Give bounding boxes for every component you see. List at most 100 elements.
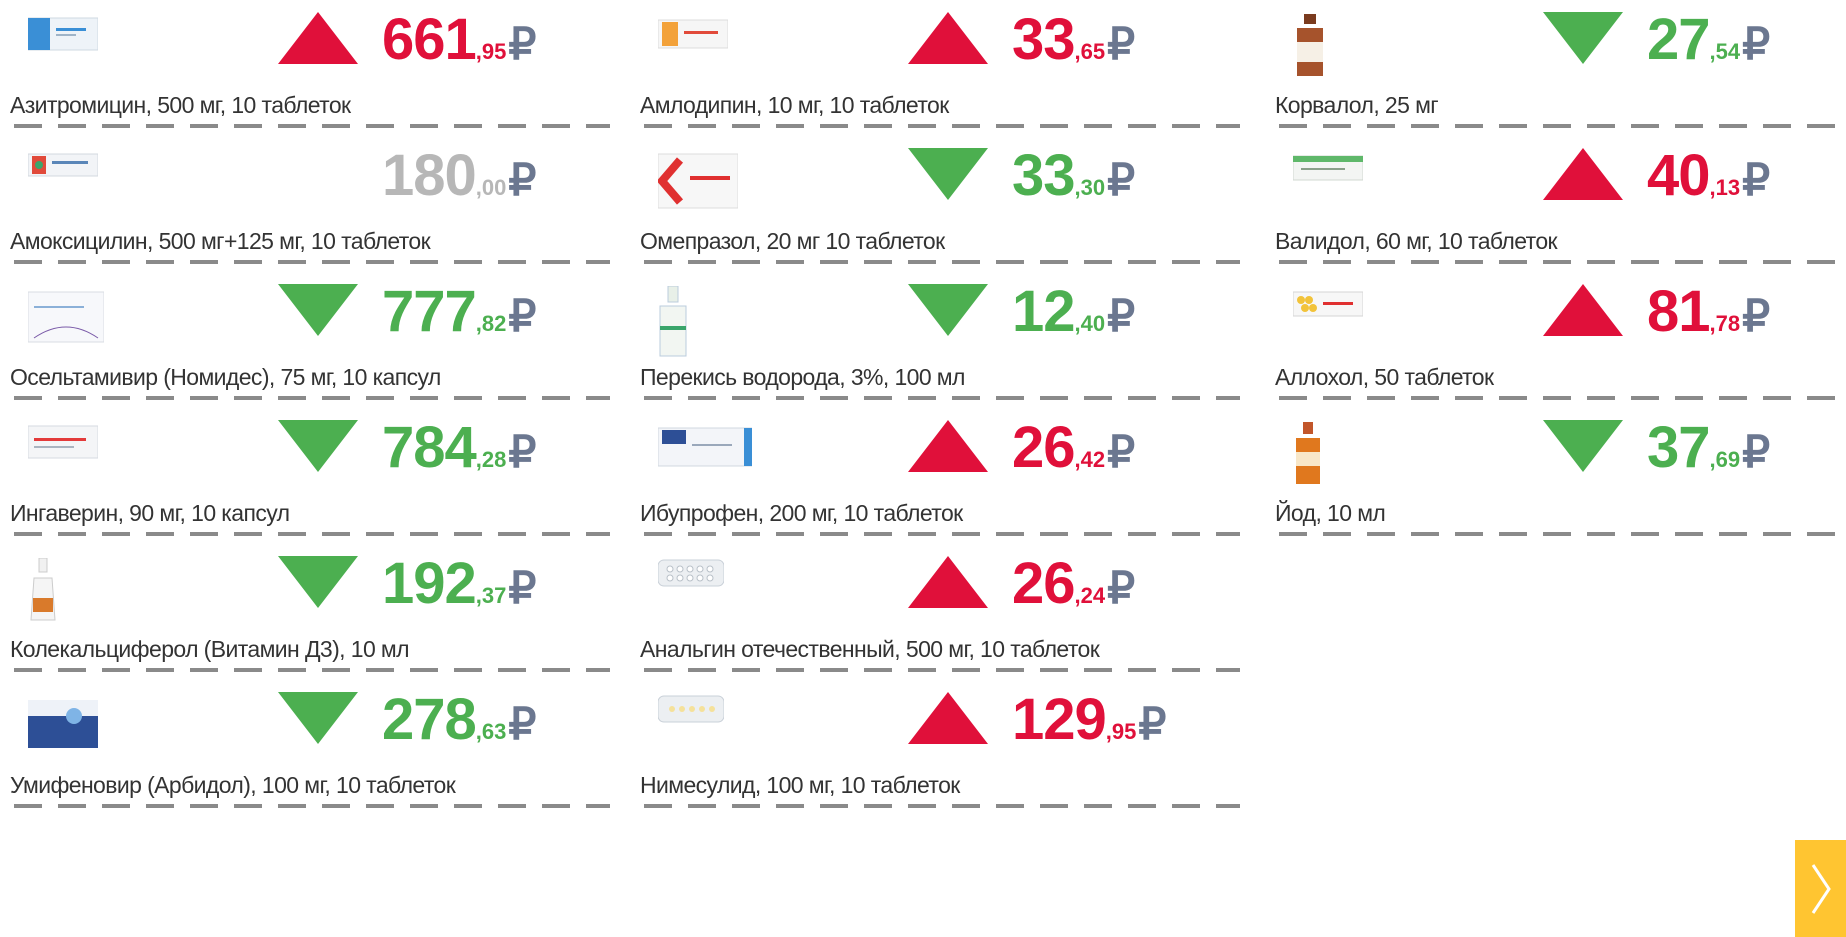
dashed-divider: [1279, 124, 1846, 128]
green-box-icon: [1292, 150, 1364, 189]
price-item: 192,37₽ Колекальциферол (Витамин Д3), 10 …: [0, 544, 610, 680]
price-item: 37,69₽ Йод, 10 мл: [1265, 408, 1846, 544]
drug-name: Амлодипин, 10 мг, 10 таблеток: [640, 92, 949, 118]
price: 12,40₽: [1012, 278, 1135, 345]
price-decimal: ,78: [1709, 311, 1741, 336]
price-integer: 192: [382, 551, 477, 616]
price-down-arrow-icon: [908, 284, 988, 336]
price-integer: 81: [1647, 279, 1711, 344]
dashed-divider: [644, 124, 1240, 128]
ruble-sign: ₽: [508, 700, 537, 749]
price-decimal: ,54: [1709, 39, 1741, 64]
price-up-arrow-icon: [908, 556, 988, 608]
ruble-sign: ₽: [1107, 564, 1136, 613]
price-decimal: ,40: [1074, 311, 1106, 336]
price-down-arrow-icon: [278, 284, 358, 336]
price-decimal: ,42: [1074, 447, 1106, 472]
price: 784,28₽: [382, 414, 536, 481]
price-item: 661,95₽ Азитромицин, 500 мг, 10 таблеток: [0, 0, 610, 136]
ruble-sign: ₽: [508, 564, 537, 613]
spray-bottle-icon: [658, 285, 688, 363]
drug-name: Амоксицилин, 500 мг+125 мг, 10 таблеток: [10, 228, 431, 254]
price-decimal: ,95: [1105, 719, 1137, 744]
price: 40,13₽: [1647, 142, 1770, 209]
price-integer: 33: [1012, 7, 1076, 72]
column-1: 661,95₽ Азитромицин, 500 мг, 10 таблеток 1…: [0, 0, 610, 816]
dashed-divider: [644, 260, 1240, 264]
dashed-divider: [644, 532, 1240, 536]
dashed-divider: [1279, 532, 1846, 536]
price-down-arrow-icon: [278, 420, 358, 472]
price-item: 33,30₽ Омепразол, 20 мг 10 таблеток: [630, 136, 1240, 272]
drug-name: Анальгин отечественный, 500 мг, 10 табле…: [640, 636, 1100, 662]
price-decimal: ,28: [475, 447, 507, 472]
price-integer: 180: [382, 143, 477, 208]
price-integer: 278: [382, 687, 477, 752]
ruble-sign: ₽: [1107, 292, 1136, 341]
dashed-divider: [1279, 396, 1846, 400]
drug-name: Ингаверин, 90 мг, 10 капсул: [10, 500, 290, 526]
white-box-icon: [27, 286, 105, 349]
price-integer: 37: [1647, 415, 1711, 480]
price-integer: 777: [382, 279, 477, 344]
next-arrow-button[interactable]: [1795, 840, 1846, 937]
price-integer: 784: [382, 415, 477, 480]
price-item: 12,40₽ Перекись водорода, 3%, 100 мл: [630, 272, 1240, 408]
yellow-blister-icon: [657, 694, 725, 729]
drug-name: Нимесулид, 100 мг, 10 таблеток: [640, 772, 960, 798]
price-decimal: ,65: [1074, 39, 1106, 64]
price-item: 784,28₽ Ингаверин, 90 мг, 10 капсул: [0, 408, 610, 544]
dashed-divider: [644, 396, 1240, 400]
chevron-right-icon: [1811, 863, 1831, 914]
price-down-arrow-icon: [1543, 420, 1623, 472]
yellow-pills-box-icon: [1292, 286, 1364, 325]
price-decimal: ,69: [1709, 447, 1741, 472]
orange-box-icon: [657, 14, 729, 59]
ruble-sign: ₽: [1107, 428, 1136, 477]
ruble-sign: ₽: [1138, 700, 1167, 749]
price-integer: 129: [1012, 687, 1107, 752]
price-integer: 661: [382, 7, 477, 72]
price: 33,30₽: [1012, 142, 1135, 209]
price-up-arrow-icon: [908, 12, 988, 64]
price: 192,37₽: [382, 550, 536, 617]
price-up-arrow-icon: [1543, 284, 1623, 336]
brown-bottle-icon: [1293, 14, 1327, 83]
drug-name: Йод, 10 мл: [1275, 500, 1386, 526]
price-down-arrow-icon: [908, 148, 988, 200]
price-decimal: ,24: [1074, 583, 1106, 608]
price-up-arrow-icon: [1543, 148, 1623, 200]
price-down-arrow-icon: [278, 692, 358, 744]
column-3: 27,54₽ Корвалол, 25 мг 40,13₽ Валидол, 60 м…: [1265, 0, 1846, 544]
price-item: 40,13₽ Валидол, 60 мг, 10 таблеток: [1265, 136, 1846, 272]
drug-name: Колекальциферол (Витамин Д3), 10 мл: [10, 636, 410, 662]
ruble-sign: ₽: [1742, 20, 1771, 69]
price-down-arrow-icon: [278, 556, 358, 608]
price-up-arrow-icon: [908, 420, 988, 472]
price: 129,95₽: [1012, 686, 1166, 753]
price-down-arrow-icon: [1543, 12, 1623, 64]
dashed-divider: [14, 804, 610, 808]
price-decimal: ,00: [475, 175, 507, 200]
ruble-sign: ₽: [1107, 20, 1136, 69]
price: 37,69₽: [1647, 414, 1770, 481]
price: 661,95₽: [382, 6, 536, 73]
ruble-sign: ₽: [1742, 156, 1771, 205]
price-up-arrow-icon: [908, 692, 988, 744]
drug-name: Перекись водорода, 3%, 100 мл: [640, 364, 965, 390]
price: 278,63₽: [382, 686, 536, 753]
dashed-divider: [14, 668, 610, 672]
price: 777,82₽: [382, 278, 536, 345]
price-item: 33,65₽ Амлодипин, 10 мг, 10 таблеток: [630, 0, 1240, 136]
price-item: 180,00₽ Амоксицилин, 500 мг+125 мг, 10 та…: [0, 136, 610, 272]
drug-name: Умифеновир (Арбидол), 100 мг, 10 таблето…: [10, 772, 456, 798]
price-integer: 12: [1012, 279, 1076, 344]
price-item: 26,42₽ Ибупрофен, 200 мг, 10 таблеток: [630, 408, 1240, 544]
price-decimal: ,95: [475, 39, 507, 64]
navy-box-icon: [28, 694, 98, 755]
price-item: 278,63₽ Умифеновир (Арбидол), 100 мг, 10 …: [0, 680, 610, 816]
dropper-bottle-icon: [28, 557, 58, 627]
price-item: 777,82₽ Осельтамивир (Номидес), 75 мг, 10…: [0, 272, 610, 408]
price: 26,24₽: [1012, 550, 1135, 617]
price: 81,78₽: [1647, 278, 1770, 345]
